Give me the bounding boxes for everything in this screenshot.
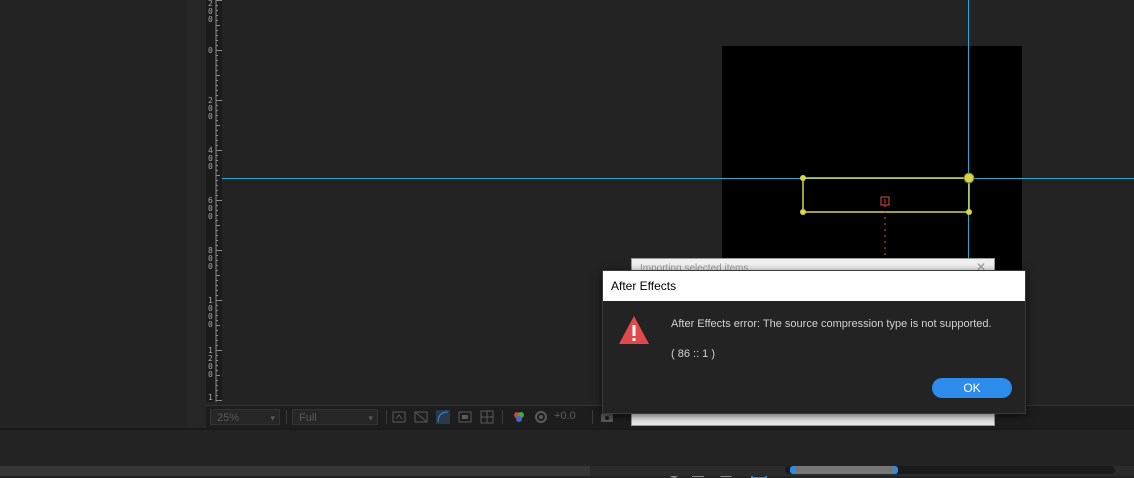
toolbar-divider: [502, 410, 503, 424]
channels-icon[interactable]: [512, 410, 526, 424]
ruler-label: 1 0 0 0: [208, 296, 213, 329]
exposure-value[interactable]: +0.0: [554, 410, 576, 422]
magnification-value: 25%: [217, 412, 240, 424]
panel-gutter: [186, 0, 206, 428]
dialog-title: After Effects: [611, 279, 677, 293]
error-code: ( 86 :: 1 ): [671, 348, 716, 360]
magnification-select[interactable]: 25% ▾: [210, 409, 280, 425]
reset-exposure-icon[interactable]: [534, 410, 548, 424]
timeline-header: [0, 428, 1134, 478]
timeline-zoom-slider[interactable]: [790, 466, 898, 474]
ruler-label: 1: [208, 393, 213, 402]
chevron-down-icon: ▾: [270, 413, 275, 423]
error-message: After Effects error: The source compress…: [671, 318, 992, 330]
dialog-header: After Effects: [603, 271, 1025, 301]
chevron-down-icon: ▾: [368, 413, 373, 423]
toolbar-divider: [386, 410, 387, 424]
grid-guides-icon[interactable]: [480, 410, 494, 424]
resolution-value: Full: [299, 412, 317, 424]
layer-handle[interactable]: [966, 209, 972, 215]
ruler-label: 1 2 0 0: [208, 346, 213, 379]
status-field: [0, 466, 590, 476]
ruler-label: 2 0 0: [208, 96, 213, 121]
toolbar-divider: [592, 410, 593, 424]
ruler-label: 8 0 0: [208, 246, 213, 271]
layer-bounding-box[interactable]: [802, 177, 970, 213]
ruler-label: 6 0 0: [208, 196, 213, 221]
project-panel: [0, 0, 187, 428]
transparency-grid-icon[interactable]: [414, 410, 428, 424]
resolution-select[interactable]: Full ▾: [292, 409, 378, 425]
error-dialog: After Effects After Effects error: The s…: [602, 270, 1026, 414]
ruler-label: 0: [208, 46, 213, 55]
mask-visibility-icon[interactable]: [436, 410, 450, 424]
layer-handle[interactable]: [800, 175, 806, 181]
ok-button[interactable]: OK: [932, 378, 1012, 398]
fast-previews-icon[interactable]: [392, 410, 406, 424]
ruler-label: 4 0 0: [208, 146, 213, 171]
region-of-interest-icon[interactable]: [458, 410, 472, 424]
ruler-label: 2 0 0: [208, 0, 213, 24]
toolbar-divider: [286, 410, 287, 424]
warning-triangle-icon: [619, 316, 649, 344]
layer-handle[interactable]: [800, 209, 806, 215]
vertical-ruler[interactable]: 2 0 0 0 2 0 0 4 0 0 6 0 0 8 0 0 1 0 0 0 …: [206, 0, 223, 402]
layer-handle-selected[interactable]: [963, 172, 975, 184]
